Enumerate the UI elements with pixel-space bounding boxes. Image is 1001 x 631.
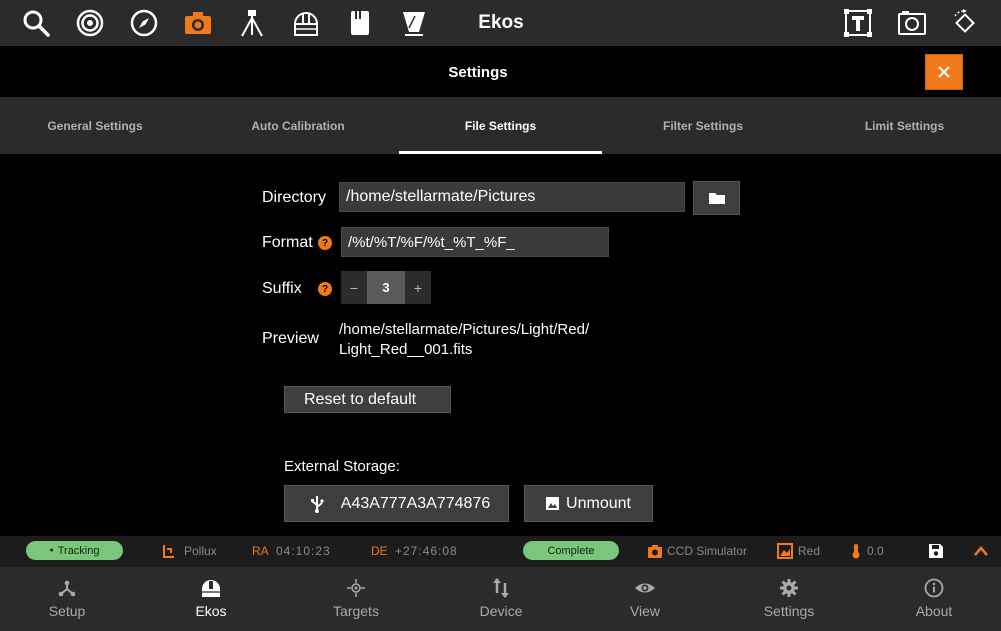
eject-image-icon: [546, 497, 560, 510]
de-label: DE: [371, 544, 388, 558]
dome-icon[interactable]: [290, 7, 322, 39]
settings-header: Settings: [0, 46, 1001, 97]
format-label: Format: [262, 234, 313, 251]
text-frame-icon[interactable]: [842, 7, 874, 39]
tab-limit-settings[interactable]: Limit Settings: [808, 97, 1001, 154]
de-value: +27:46:08: [395, 544, 458, 558]
nav-about[interactable]: About: [874, 567, 994, 631]
format-field[interactable]: /%t/%T/%F/%t_%T_%F_: [341, 227, 609, 257]
filter-holder-icon[interactable]: [344, 7, 376, 39]
tab-auto-calibration[interactable]: Auto Calibration: [200, 97, 396, 154]
nav-device[interactable]: Device: [441, 567, 561, 631]
nav-targets-label: Targets: [333, 603, 379, 619]
nav-ekos[interactable]: Ekos: [151, 567, 271, 631]
nav-setup[interactable]: Setup: [7, 567, 127, 631]
top-toolbar: Ekos: [0, 0, 1001, 46]
temperature-value: 0.0: [867, 544, 884, 558]
directory-label: Directory: [262, 189, 327, 206]
filter-name: Red: [798, 544, 821, 558]
nav-settings[interactable]: Settings: [729, 567, 849, 631]
gear-icon: [780, 579, 798, 597]
preview-line-2: Light_Red__001.fits: [339, 341, 473, 358]
unmount-label: Unmount: [566, 494, 631, 512]
nav-targets[interactable]: Targets: [296, 567, 416, 631]
setup-icon: [58, 580, 76, 597]
targets-icon: [347, 579, 365, 597]
save-icon[interactable]: [928, 543, 944, 559]
browse-directory-button[interactable]: [693, 181, 740, 215]
preview-path: /home/stellarmate/Pictures/Light/Red/ Li…: [339, 320, 659, 360]
directory-field[interactable]: /home/stellarmate/Pictures: [339, 182, 685, 212]
unmount-button[interactable]: Unmount: [524, 485, 653, 522]
usb-icon: [311, 496, 324, 513]
flat-panel-icon[interactable]: [398, 7, 430, 39]
folder-icon: [708, 193, 725, 204]
nav-setup-label: Setup: [48, 603, 86, 619]
storage-device-name: A43A777A3A774876: [340, 494, 491, 512]
tab-file-settings[interactable]: File Settings: [399, 97, 602, 154]
close-icon: [938, 66, 950, 78]
nav-device-label: Device: [479, 603, 523, 619]
capture-status-badge: Complete: [523, 541, 619, 560]
thermometer-icon: [852, 544, 860, 559]
preview-label: Preview: [262, 330, 319, 347]
status-bar: ● Tracking Pollux RA 04:10:23 DE +27:46:…: [0, 536, 1001, 567]
frame-camera-icon[interactable]: [896, 7, 928, 39]
format-help-icon[interactable]: ?: [318, 236, 332, 250]
settings-title: Settings: [448, 64, 508, 81]
preview-line-1: /home/stellarmate/Pictures/Light/Red/: [339, 321, 590, 338]
tab-filter-settings[interactable]: Filter Settings: [602, 97, 804, 154]
nav-ekos-label: Ekos: [195, 603, 227, 619]
bottom-navigation: Setup Ekos Targets Device View Settings …: [0, 567, 1001, 631]
nav-view-label: View: [629, 603, 661, 619]
ra-value: 04:10:23: [276, 544, 331, 558]
suffix-label: Suffix: [262, 280, 302, 297]
rotate-icon[interactable]: [949, 7, 981, 39]
suffix-help-icon[interactable]: ?: [318, 282, 332, 296]
compass-icon[interactable]: [128, 7, 160, 39]
reset-to-default-button[interactable]: Reset to default: [284, 386, 451, 413]
nav-about-label: About: [915, 603, 953, 619]
tripod-icon[interactable]: [236, 7, 268, 39]
nav-view[interactable]: View: [585, 567, 705, 631]
target-name: Pollux: [184, 544, 217, 558]
target-icon[interactable]: [74, 7, 106, 39]
storage-device-button[interactable]: A43A777A3A774876: [284, 485, 509, 522]
ekos-dome-icon: [202, 580, 220, 597]
search-icon[interactable]: [20, 7, 52, 39]
camera-icon[interactable]: [182, 7, 214, 39]
tracking-dot-icon: ●: [49, 547, 54, 554]
ra-label: RA: [252, 544, 269, 558]
chevron-up-icon[interactable]: [973, 543, 989, 559]
external-storage-label: External Storage:: [284, 458, 400, 475]
suffix-value[interactable]: 3: [367, 271, 405, 304]
eye-icon: [635, 583, 655, 593]
device-icon: [493, 578, 509, 598]
tracking-status-text: Tracking: [57, 544, 100, 557]
camera-name: CCD Simulator: [667, 544, 748, 558]
camera-status-icon: [648, 545, 662, 558]
settings-tabs: General Settings Auto Calibration File S…: [0, 97, 1001, 154]
tracking-status-badge: ● Tracking: [26, 541, 123, 560]
filter-image-icon: [777, 543, 793, 559]
active-tab-indicator: [399, 151, 602, 154]
suffix-decrement-button[interactable]: −: [341, 271, 367, 304]
suffix-increment-button[interactable]: +: [405, 271, 431, 304]
close-button[interactable]: [925, 54, 963, 90]
info-icon: [924, 578, 944, 598]
nav-settings-label: Settings: [763, 603, 815, 619]
tab-general-settings[interactable]: General Settings: [0, 97, 190, 154]
mount-icon: [163, 545, 174, 558]
app-title: Ekos: [478, 12, 524, 33]
